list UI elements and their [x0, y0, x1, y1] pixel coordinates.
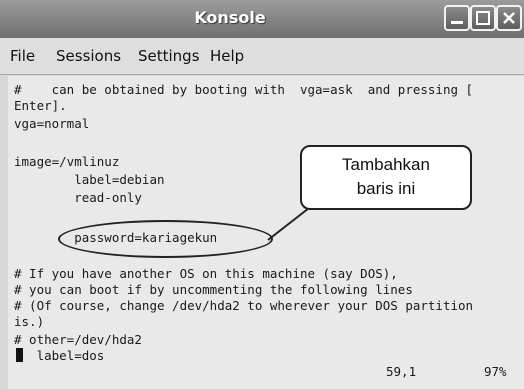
terminal-line: label=debian — [14, 172, 165, 187]
callout-line-2: baris ini — [356, 179, 416, 198]
terminal-line: vga=normal — [14, 116, 90, 131]
minimize-button[interactable] — [444, 5, 470, 31]
terminal-line: Enter]. — [14, 98, 67, 113]
close-icon — [503, 12, 515, 24]
terminal-line: image=/vmlinuz — [14, 154, 120, 169]
terminal-line: # can be obtained by booting with vga=as… — [14, 82, 474, 97]
terminal-line: # If you have another OS on this machine… — [14, 266, 398, 281]
callout-box: Tambahkan baris ini — [300, 145, 472, 210]
highlight-oval — [58, 220, 273, 258]
terminal-line: is.) — [14, 314, 45, 329]
text-cursor — [16, 348, 23, 362]
terminal-line: # you can boot if by uncommenting the fo… — [14, 282, 413, 297]
title-bar[interactable]: Konsole — [0, 0, 524, 39]
callout-line-1: Tambahkan — [342, 155, 430, 174]
maximize-icon — [476, 11, 490, 25]
terminal-line: # other=/dev/hda2 — [14, 332, 142, 347]
file-percent: 97% — [484, 364, 507, 379]
window-title: Konsole — [194, 8, 266, 27]
terminal-line: label=dos — [14, 348, 105, 363]
minimize-icon — [451, 21, 463, 24]
close-button[interactable] — [496, 5, 522, 31]
menu-settings[interactable]: Settings — [138, 47, 200, 65]
konsole-window: Konsole File Sessions Settings Help # ca… — [0, 0, 524, 389]
menu-file[interactable]: File — [10, 47, 35, 65]
maximize-button[interactable] — [470, 5, 496, 31]
terminal-line: read-only — [14, 190, 142, 205]
menu-bar: File Sessions Settings Help — [0, 38, 524, 75]
menu-help[interactable]: Help — [210, 47, 244, 65]
menu-sessions[interactable]: Sessions — [56, 47, 121, 65]
cursor-position: 59,1 — [386, 364, 417, 379]
terminal-line: # (Of course, change /dev/hda2 to wherev… — [14, 298, 474, 313]
